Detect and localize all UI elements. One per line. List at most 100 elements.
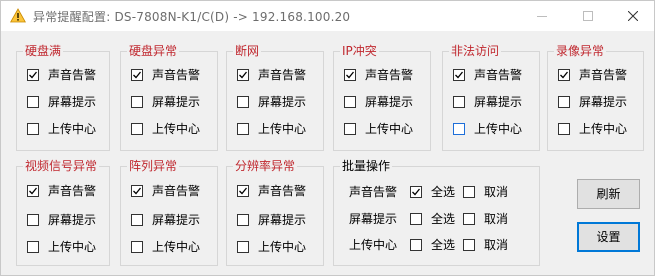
check-icon [346, 71, 355, 79]
checkbox-box[interactable] [558, 123, 570, 135]
checkbox-label: 声音告警 [258, 184, 307, 198]
checkbox-label: 全选 [431, 212, 456, 226]
checkbox-box[interactable] [237, 241, 249, 253]
batch-row-label: 屏幕提示 [349, 212, 398, 226]
checkbox-label: 屏幕提示 [152, 95, 201, 109]
minimize-icon [537, 16, 547, 17]
checkbox-label: 上传中心 [48, 122, 97, 136]
close-button[interactable] [610, 1, 656, 31]
checkbox-box[interactable] [344, 123, 356, 135]
group-network-disconnect: 断网 声音告警 屏幕提示 上传中心 [226, 43, 324, 151]
checkbox-label: 全选 [431, 185, 456, 199]
check-icon [560, 71, 569, 79]
group-title: 阵列异常 [127, 158, 180, 174]
group-video-signal-error: 视频信号异常 声音告警 屏幕提示 上传中心 [16, 158, 110, 266]
group-recording-error: 录像异常 声音告警 屏幕提示 上传中心 [547, 43, 644, 151]
checkbox-box[interactable] [131, 214, 143, 226]
group-title: 断网 [233, 43, 262, 59]
batch-row-label: 上传中心 [349, 238, 398, 252]
checkbox-label: 上传中心 [258, 122, 307, 136]
close-icon [628, 11, 638, 21]
maximize-icon [583, 11, 593, 21]
checkbox-label: 上传中心 [152, 240, 201, 254]
checkbox-box[interactable] [558, 96, 570, 108]
checkbox-box[interactable] [463, 239, 475, 251]
checkbox-label: 声音告警 [579, 68, 628, 82]
checkbox-box[interactable] [27, 96, 39, 108]
checkbox-box[interactable] [131, 185, 143, 197]
checkbox-box[interactable] [237, 185, 249, 197]
checkbox-label: 屏幕提示 [365, 95, 414, 109]
checkbox-box[interactable] [131, 241, 143, 253]
checkbox-box[interactable] [27, 185, 39, 197]
checkbox-box[interactable] [410, 186, 422, 198]
group-title: 分辨率异常 [233, 158, 298, 174]
checkbox-box[interactable] [463, 213, 475, 225]
checkbox-label: 全选 [431, 238, 456, 252]
check-icon [239, 187, 248, 195]
checkbox-box[interactable] [131, 123, 143, 135]
refresh-button[interactable]: 刷新 [577, 179, 640, 209]
group-title: 批量操作 [340, 158, 393, 174]
checkbox-label: 声音告警 [48, 68, 97, 82]
checkbox-box[interactable] [344, 69, 356, 81]
checkbox-box[interactable] [237, 96, 249, 108]
warning-icon [10, 8, 26, 23]
group-title: IP冲突 [340, 43, 379, 59]
group-title: 录像异常 [554, 43, 607, 59]
group-resolution-error: 分辨率异常 声音告警 屏幕提示 上传中心 [226, 158, 324, 266]
check-icon [239, 71, 248, 79]
dialog-window: 异常提醒配置: DS-7808N-K1/C(D) -> 192.168.100.… [0, 0, 655, 276]
checkbox-label: 屏幕提示 [152, 213, 201, 227]
checkbox-box[interactable] [344, 96, 356, 108]
checkbox-label: 屏幕提示 [258, 95, 307, 109]
group-disk-full: 硬盘满 声音告警 屏幕提示 上传中心 [16, 43, 110, 151]
checkbox-box[interactable] [237, 69, 249, 81]
group-title: 视频信号异常 [23, 158, 100, 174]
checkbox-label: 上传中心 [474, 122, 523, 136]
checkbox-label: 上传中心 [365, 122, 414, 136]
checkbox-box[interactable] [410, 239, 422, 251]
window-title: 异常提醒配置: DS-7808N-K1/C(D) -> 192.168.100.… [33, 10, 351, 24]
checkbox-box[interactable] [453, 96, 465, 108]
checkbox-box[interactable] [131, 69, 143, 81]
checkbox-label: 声音告警 [474, 68, 523, 82]
group-ip-conflict: IP冲突 声音告警 屏幕提示 上传中心 [333, 43, 431, 151]
maximize-button[interactable] [565, 1, 611, 31]
checkbox-box[interactable] [237, 123, 249, 135]
checkbox-box[interactable] [27, 69, 39, 81]
checkbox-label: 取消 [484, 212, 509, 226]
checkbox-box[interactable] [558, 69, 570, 81]
checkbox-label: 屏幕提示 [579, 95, 628, 109]
title-bar[interactable]: 异常提醒配置: DS-7808N-K1/C(D) -> 192.168.100.… [1, 1, 654, 31]
group-title: 硬盘异常 [127, 43, 180, 59]
minimize-button[interactable] [519, 1, 565, 31]
checkbox-label: 声音告警 [258, 68, 307, 82]
check-icon [412, 188, 421, 196]
check-icon [133, 71, 142, 79]
batch-row-label: 声音告警 [349, 185, 398, 199]
group-title: 非法访问 [449, 43, 502, 59]
checkbox-label: 屏幕提示 [474, 95, 523, 109]
checkbox-label: 上传中心 [258, 240, 307, 254]
checkbox-label: 取消 [484, 185, 509, 199]
checkbox-box[interactable] [453, 123, 465, 135]
checkbox-box[interactable] [410, 213, 422, 225]
checkbox-box[interactable] [27, 123, 39, 135]
group-title: 硬盘满 [23, 43, 64, 59]
checkbox-box[interactable] [27, 214, 39, 226]
group-array-error: 阵列异常 声音告警 屏幕提示 上传中心 [120, 158, 218, 266]
check-icon [29, 71, 38, 79]
check-icon [29, 187, 38, 195]
checkbox-label: 上传中心 [152, 122, 201, 136]
checkbox-box[interactable] [27, 241, 39, 253]
group-disk-error: 硬盘异常 声音告警 屏幕提示 上传中心 [120, 43, 218, 151]
check-icon [455, 71, 464, 79]
checkbox-label: 声音告警 [152, 68, 201, 82]
checkbox-label: 上传中心 [48, 240, 97, 254]
checkbox-box[interactable] [463, 186, 475, 198]
settings-button[interactable]: 设置 [577, 222, 640, 252]
checkbox-box[interactable] [453, 69, 465, 81]
checkbox-box[interactable] [237, 214, 249, 226]
checkbox-box[interactable] [131, 96, 143, 108]
